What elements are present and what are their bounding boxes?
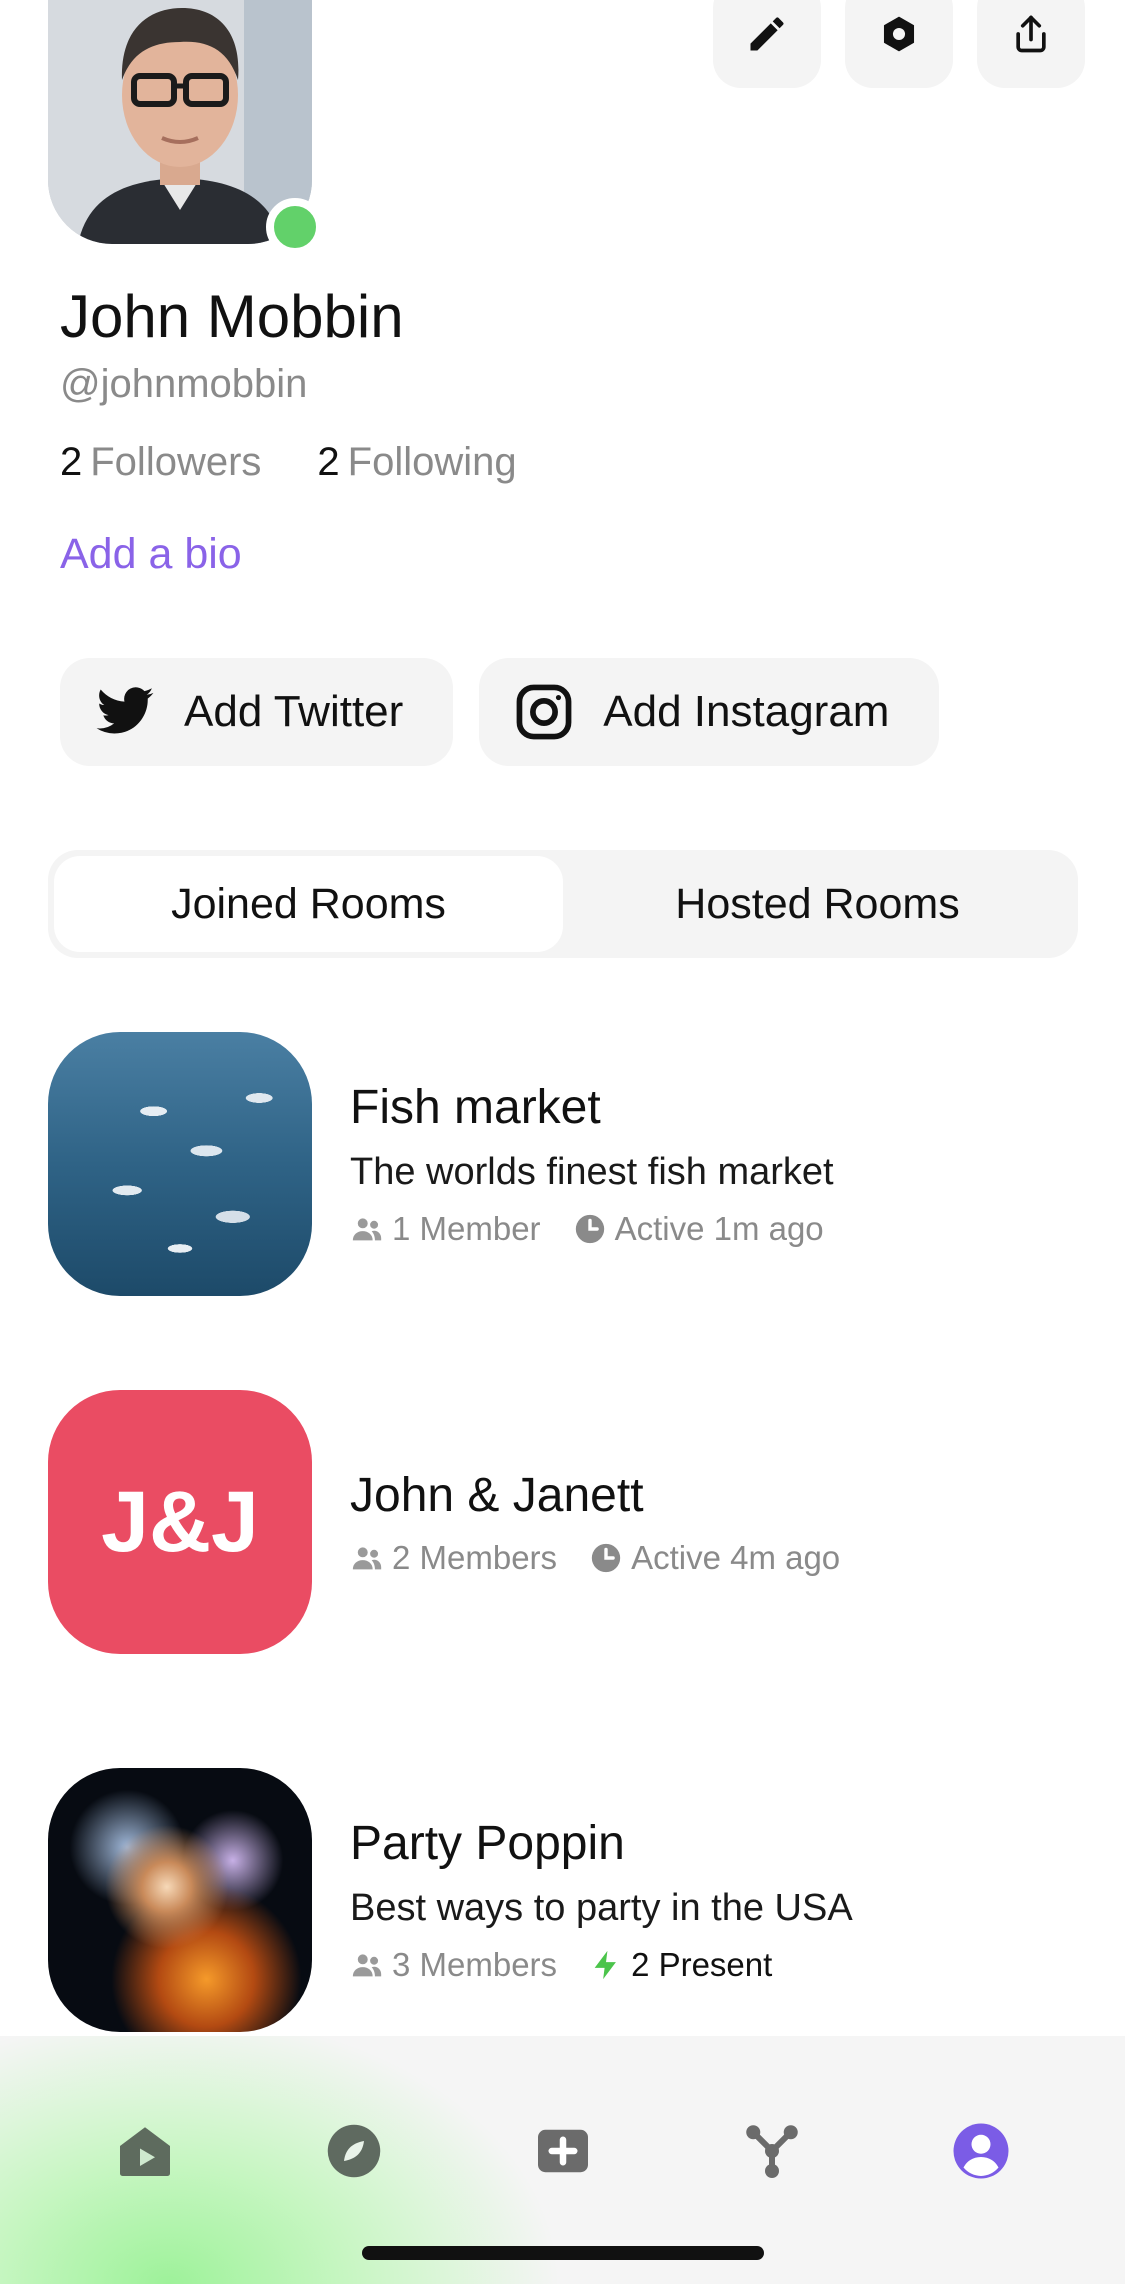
create-icon bbox=[537, 2129, 588, 2173]
bolt-icon bbox=[594, 1950, 616, 1980]
room-status: Active 1m ago bbox=[614, 1210, 824, 1247]
members-icon bbox=[352, 1546, 382, 1569]
rooms-tabs: Joined Rooms Hosted Rooms bbox=[48, 850, 1078, 958]
nav-create[interactable] bbox=[518, 2106, 608, 2196]
connections-icon bbox=[745, 2125, 798, 2178]
room-thumbnail bbox=[48, 1768, 312, 2032]
following-link[interactable]: 2 Following bbox=[317, 440, 516, 485]
nav-home[interactable] bbox=[100, 2106, 190, 2196]
followers-label: Followers bbox=[90, 440, 262, 484]
add-twitter-label: Add Twitter bbox=[184, 687, 404, 736]
profile-icon bbox=[953, 2123, 1008, 2179]
settings-button[interactable] bbox=[845, 0, 953, 88]
add-bio-link[interactable]: Add a bio bbox=[60, 530, 242, 579]
room-item[interactable]: Fish market The worlds finest fish marke… bbox=[48, 1032, 1078, 1296]
room-thumbnail bbox=[48, 1032, 312, 1296]
followers-count: 2 bbox=[60, 440, 83, 484]
following-label: Following bbox=[347, 440, 517, 484]
follow-stats: 2 Followers 2 Following bbox=[60, 440, 517, 485]
tab-hosted-rooms[interactable]: Hosted Rooms bbox=[563, 856, 1072, 952]
profile-name: John Mobbin bbox=[60, 283, 404, 350]
pencil-icon bbox=[750, 17, 784, 51]
room-title: Fish market bbox=[350, 1081, 601, 1134]
room-title: Party Poppin bbox=[350, 1817, 625, 1870]
bottom-nav bbox=[0, 2036, 1125, 2284]
nav-profile[interactable] bbox=[936, 2106, 1026, 2196]
home-icon bbox=[119, 2127, 170, 2176]
add-instagram-label: Add Instagram bbox=[603, 687, 890, 736]
settings-icon bbox=[883, 16, 915, 52]
clock-icon bbox=[575, 1214, 604, 1244]
share-icon bbox=[1016, 15, 1046, 53]
room-members: 1 Member bbox=[392, 1210, 541, 1247]
room-title: John & Janett bbox=[350, 1468, 644, 1522]
share-button[interactable] bbox=[977, 0, 1085, 88]
tab-joined-rooms[interactable]: Joined Rooms bbox=[54, 856, 563, 952]
members-icon bbox=[352, 1954, 382, 1977]
room-present: 2 Present bbox=[631, 1946, 773, 1983]
add-twitter-button[interactable]: Add Twitter bbox=[60, 658, 454, 766]
home-indicator[interactable] bbox=[362, 2246, 764, 2260]
edit-button[interactable] bbox=[713, 0, 821, 88]
room-members: 2 Members bbox=[392, 1538, 558, 1576]
room-thumbnail: J&J bbox=[48, 1390, 312, 1654]
room-item[interactable]: J&J John & Janett 2 Members Active 4m ag… bbox=[48, 1390, 1078, 1654]
avatar[interactable] bbox=[48, 0, 324, 256]
clock-icon bbox=[591, 1543, 621, 1572]
room-description: Best ways to party in the USA bbox=[350, 1887, 853, 1929]
twitter-icon bbox=[96, 687, 154, 734]
add-instagram-button[interactable]: Add Instagram bbox=[479, 658, 940, 766]
profile-handle: @johnmobbin bbox=[60, 362, 308, 406]
instagram-icon bbox=[516, 684, 572, 740]
social-buttons: Add Twitter Add Instagram bbox=[60, 658, 940, 766]
members-icon bbox=[352, 1218, 382, 1241]
explore-icon bbox=[327, 2124, 380, 2178]
room-description: The worlds finest fish market bbox=[350, 1151, 834, 1193]
header-actions bbox=[713, 0, 1085, 88]
room-status: Active 4m ago bbox=[631, 1538, 841, 1576]
room-item[interactable]: Party Poppin Best ways to party in the U… bbox=[48, 1768, 1078, 2032]
online-status-dot bbox=[266, 198, 324, 256]
room-members: 3 Members bbox=[392, 1946, 558, 1983]
following-count: 2 bbox=[317, 440, 340, 484]
followers-link[interactable]: 2 Followers bbox=[60, 440, 261, 485]
nav-connections[interactable] bbox=[727, 2106, 817, 2196]
nav-explore[interactable] bbox=[309, 2106, 399, 2196]
